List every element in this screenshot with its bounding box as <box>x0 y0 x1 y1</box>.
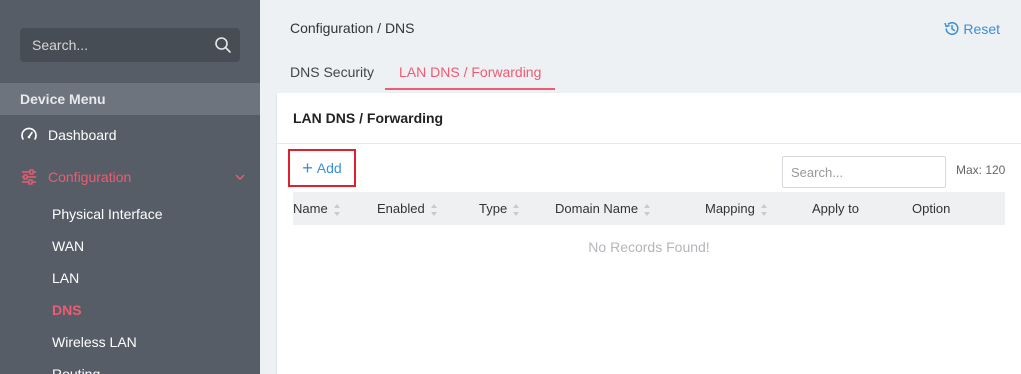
sidebar: Device Menu Dashboard Configuration Phys… <box>0 0 260 374</box>
add-label: Add <box>316 160 342 176</box>
empty-message: No Records Found! <box>588 239 710 255</box>
sidebar-subitem-lan[interactable]: LAN <box>52 266 79 290</box>
sidebar-subitem-wireless-lan[interactable]: Wireless LAN <box>52 330 137 354</box>
table-header: Name Enabled Type Domain Name Mapping Ap… <box>293 192 1005 225</box>
sidebar-item-label: Dashboard <box>48 127 117 143</box>
panel-title: LAN DNS / Forwarding <box>293 110 444 126</box>
search-icon[interactable] <box>214 36 232 54</box>
sidebar-item-configuration[interactable]: Configuration <box>0 160 260 194</box>
reset-label: Reset <box>963 20 1000 37</box>
sidebar-search <box>20 28 240 62</box>
table-search-input[interactable] <box>782 156 946 188</box>
plus-icon: + <box>302 158 313 178</box>
column-header-option: Option <box>912 201 951 216</box>
sidebar-subitem-routing[interactable]: Routing <box>52 362 100 374</box>
gauge-icon <box>21 127 37 140</box>
sort-icon <box>513 203 520 216</box>
sort-icon <box>333 203 341 216</box>
column-header-mapping[interactable]: Mapping <box>705 192 768 225</box>
sidebar-subitem-physical-interface[interactable]: Physical Interface <box>52 202 163 226</box>
sidebar-item-label: Configuration <box>48 169 132 185</box>
chevron-down-icon <box>235 174 245 180</box>
column-header-name[interactable]: Name <box>293 192 341 225</box>
sort-icon <box>760 203 768 216</box>
column-header-apply-to: Apply to <box>812 201 859 216</box>
history-icon <box>944 21 959 35</box>
column-header-type[interactable]: Type <box>479 192 520 225</box>
menu-header: Device Menu <box>0 83 260 115</box>
reset-button[interactable]: Reset <box>943 20 1000 37</box>
tab-dns-security[interactable]: DNS Security <box>290 56 374 90</box>
divider <box>277 143 1021 144</box>
tab-lan-dns-forwarding[interactable]: LAN DNS / Forwarding <box>385 56 556 90</box>
sidebar-subitem-wan[interactable]: WAN <box>52 234 84 258</box>
content-panel: LAN DNS / Forwarding + Add Max: 120 Name… <box>276 93 1021 374</box>
sliders-icon <box>22 169 36 185</box>
sort-icon <box>644 203 651 216</box>
column-header-domain-name[interactable]: Domain Name <box>555 192 651 225</box>
add-button[interactable]: + Add <box>288 149 356 187</box>
column-header-enabled[interactable]: Enabled <box>377 192 438 225</box>
breadcrumb: Configuration / DNS <box>290 20 415 36</box>
sidebar-search-input[interactable] <box>20 28 210 62</box>
sidebar-item-dashboard[interactable]: Dashboard <box>0 118 260 152</box>
sort-icon <box>430 203 438 216</box>
max-entries-label: Max: 120 <box>956 163 1006 177</box>
sidebar-subitem-dns[interactable]: DNS <box>52 298 82 322</box>
